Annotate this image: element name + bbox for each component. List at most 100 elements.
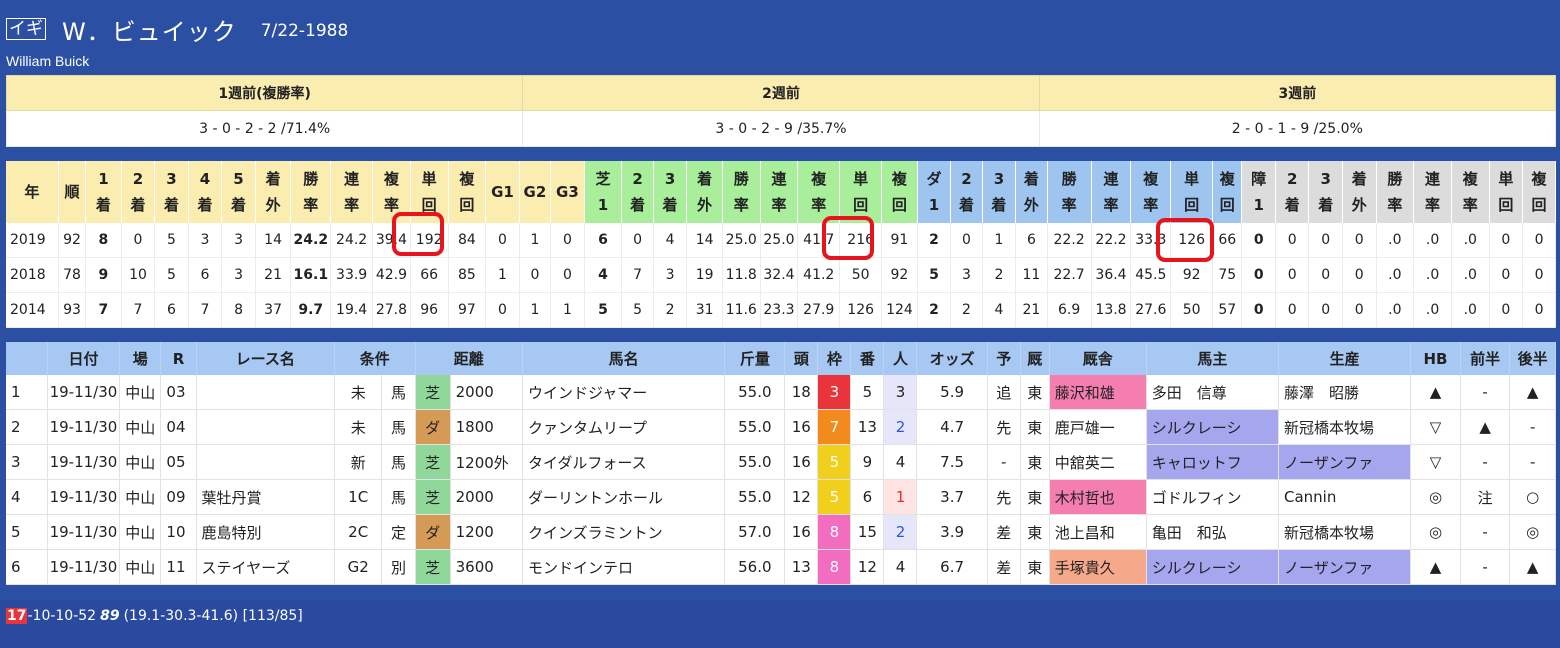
stats-col-header[interactable]: G2	[519, 161, 552, 223]
col-weight[interactable]: 斤量	[724, 342, 786, 375]
stats-col-header[interactable]: 3 着	[653, 161, 688, 223]
stats-col-header[interactable]: 複 回	[1522, 161, 1556, 223]
race-name	[196, 444, 335, 480]
waku: 7	[817, 409, 852, 445]
horse-name[interactable]: ダーリントンホール	[522, 479, 726, 515]
stats-col-header[interactable]: 2 着	[950, 161, 983, 223]
stats-cell: 16.1	[290, 257, 332, 293]
race-class: G2	[334, 549, 383, 585]
col-second-half[interactable]: 後半	[1509, 342, 1556, 375]
stats-col-header[interactable]: 2 着	[121, 161, 156, 223]
col-horse[interactable]: 馬名	[522, 342, 726, 375]
col-hb[interactable]: HB	[1410, 342, 1461, 375]
stats-col-header[interactable]: 単 回	[1489, 161, 1524, 223]
horse-name[interactable]: モンドインテロ	[522, 549, 726, 585]
col-condition[interactable]: 条件	[334, 342, 416, 375]
second-half-mark: ◎	[1509, 514, 1556, 550]
stats-col-header[interactable]: 4 着	[188, 161, 223, 223]
stats-col-header[interactable]: 連 率	[760, 161, 799, 223]
stats-col-header[interactable]: 複 率	[797, 161, 841, 223]
stats-col-header[interactable]: ダ 1	[917, 161, 952, 223]
col-kyu[interactable]: 厩	[1020, 342, 1050, 375]
popularity: 4	[883, 444, 918, 480]
race-place: 中山	[119, 514, 162, 550]
col-trainer[interactable]: 厩舎	[1049, 342, 1147, 375]
stats-col-header[interactable]: G1	[485, 161, 520, 223]
col-r[interactable]: R	[160, 342, 197, 375]
stats-cell: 2014	[6, 292, 59, 328]
stats-col-header[interactable]: 単 回	[1170, 161, 1214, 223]
stats-col-header[interactable]: 複 回	[1212, 161, 1243, 223]
stats-col-header[interactable]: 複 率	[1130, 161, 1172, 223]
breeder: 新冠橋本牧場	[1278, 514, 1412, 550]
race-list-table: 日付 場 R レース名 条件 距離 馬名 斤量 頭 枠 番 人 オッズ 予 厩 …	[6, 342, 1556, 585]
col-date[interactable]: 日付	[47, 342, 121, 375]
owner: 多田 信尊	[1146, 375, 1280, 410]
trainer: 中舘英二	[1049, 444, 1147, 480]
horse-name[interactable]: クインズラミントン	[522, 514, 726, 550]
stats-col-header[interactable]: 勝 率	[1376, 161, 1415, 223]
col-yo[interactable]: 予	[987, 342, 1021, 375]
col-distance[interactable]: 距離	[415, 342, 523, 375]
col-breeder[interactable]: 生産	[1278, 342, 1412, 375]
stats-col-header[interactable]: 年	[6, 161, 59, 223]
stats-col-header[interactable]: 2 着	[621, 161, 654, 223]
stats-col-header[interactable]: 着 外	[1342, 161, 1377, 223]
stats-col-header[interactable]: 着 外	[686, 161, 723, 223]
col-race-name[interactable]: レース名	[196, 342, 335, 375]
stats-col-header[interactable]: 3 着	[154, 161, 189, 223]
stats-col-header[interactable]: 複 回	[448, 161, 487, 223]
stats-col-header[interactable]: 1 着	[85, 161, 122, 223]
race-class: 未	[334, 375, 383, 410]
stats-col-header[interactable]: 2 着	[1275, 161, 1310, 223]
col-odds[interactable]: オッズ	[916, 342, 988, 375]
stats-cell: 126	[839, 292, 883, 328]
stats-col-header[interactable]: 3 着	[1308, 161, 1343, 223]
stats-col-header[interactable]: 複 率	[1451, 161, 1490, 223]
race-row[interactable]: 6 19-11/30 中山 11 ステイヤーズ G2 別芝 3600 モンドインテロ 56.0 13…	[6, 549, 1556, 585]
race-row[interactable]: 5 19-11/30 中山 10 鹿島特別 2C 定ダ 1200 クインズラミントン 57.0 16…	[6, 514, 1556, 550]
stats-col-header[interactable]: 連 率	[1091, 161, 1132, 223]
waku: 5	[817, 479, 852, 515]
footer-splits: (19.1-30.3-41.6) [113/85]	[123, 608, 303, 624]
stats-col-header[interactable]: 5 着	[221, 161, 256, 223]
stats-col-header[interactable]: 勝 率	[1047, 161, 1092, 223]
stats-col-header[interactable]: 複 回	[881, 161, 918, 223]
stats-cell: 5	[917, 257, 952, 293]
breeder: 藤澤 昭勝	[1278, 375, 1412, 410]
stable-region: 東	[1020, 444, 1050, 480]
stats-col-header[interactable]: G3	[550, 161, 585, 223]
stats-cell: 0	[950, 223, 983, 258]
stats-col-header[interactable]: 勝 率	[722, 161, 761, 223]
stats-col-header[interactable]: 3 着	[982, 161, 1017, 223]
stats-col-header[interactable]: 障 1	[1241, 161, 1276, 223]
weight: 55.0	[724, 409, 786, 445]
race-row[interactable]: 3 19-11/30 中山 05 新馬芝 1200外 タイダルフォース 55.0 16 5 9 4 7.…	[6, 444, 1556, 480]
col-place[interactable]: 場	[119, 342, 162, 375]
horse-name[interactable]: クァンタムリープ	[522, 409, 726, 445]
horse-name[interactable]: ウインドジャマー	[522, 375, 726, 410]
race-row[interactable]: 4 19-11/30 中山 09 葉牡丹賞 1C 馬芝 2000 ダーリントンホール 55.0 12…	[6, 479, 1556, 515]
col-waku[interactable]: 枠	[817, 342, 852, 375]
stats-cell: 10	[121, 257, 156, 293]
col-first-half[interactable]: 前半	[1460, 342, 1511, 375]
race-r: 10	[160, 514, 197, 550]
race-row[interactable]: 2 19-11/30 中山 04 未馬ダ 1800 クァンタムリープ 55.0 16 7 13 2 4.…	[6, 409, 1556, 445]
col-pop[interactable]: 人	[883, 342, 918, 375]
stats-col-header[interactable]: 連 率	[1413, 161, 1452, 223]
stats-col-header[interactable]: 勝 率	[290, 161, 332, 223]
stats-col-header[interactable]: 着 外	[1015, 161, 1048, 223]
horse-name[interactable]: タイダルフォース	[522, 444, 726, 480]
stats-col-header[interactable]: 芝 1	[584, 161, 623, 223]
race-number: 4	[6, 479, 48, 515]
stats-row: 2019 92 8 0 5 3 3 14 24.2 24.2 39.4 192 84 0 1 0 6 0 4 14 25…	[6, 223, 1556, 258]
col-ban[interactable]: 番	[850, 342, 885, 375]
stats-col-header[interactable]: 単 回	[839, 161, 883, 223]
race-row[interactable]: 1 19-11/30 中山 03 未馬芝 2000 ウインドジャマー 55.0 18 3 5 3 5.9…	[6, 375, 1556, 410]
col-owner[interactable]: 馬主	[1146, 342, 1280, 375]
col-heads[interactable]: 頭	[784, 342, 819, 375]
stats-col-header[interactable]: 順	[58, 161, 87, 223]
stats-col-header[interactable]: 連 率	[330, 161, 374, 223]
stats-col-header[interactable]: 着 外	[255, 161, 292, 223]
stats-cell: 6	[188, 257, 223, 293]
